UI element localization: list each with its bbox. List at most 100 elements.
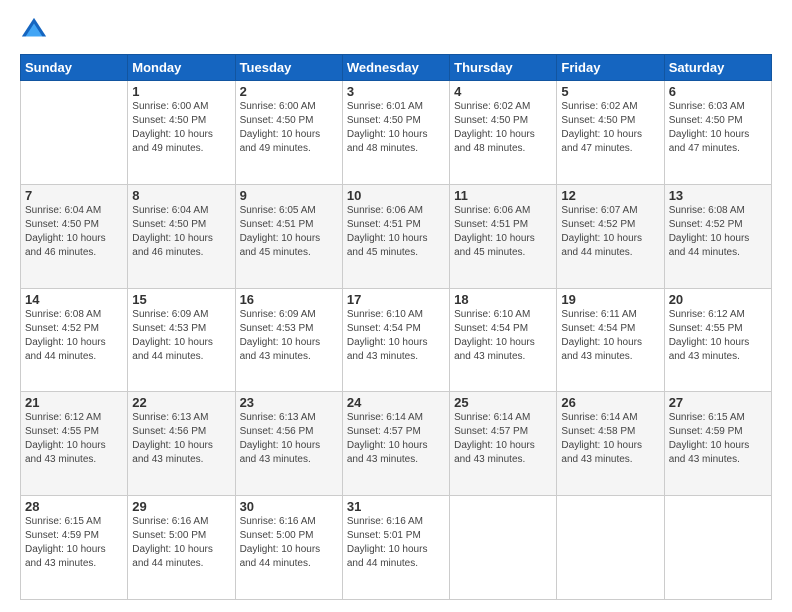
day-info: Sunrise: 6:04 AM Sunset: 4:50 PM Dayligh… bbox=[25, 204, 123, 260]
calendar-cell: 9Sunrise: 6:05 AM Sunset: 4:51 PM Daylig… bbox=[235, 184, 342, 288]
calendar-cell: 20Sunrise: 6:12 AM Sunset: 4:55 PM Dayli… bbox=[664, 288, 771, 392]
day-number: 10 bbox=[347, 188, 445, 203]
day-number: 12 bbox=[561, 188, 659, 203]
day-info: Sunrise: 6:08 AM Sunset: 4:52 PM Dayligh… bbox=[669, 204, 767, 260]
calendar-cell: 29Sunrise: 6:16 AM Sunset: 5:00 PM Dayli… bbox=[128, 496, 235, 600]
calendar-cell: 26Sunrise: 6:14 AM Sunset: 4:58 PM Dayli… bbox=[557, 392, 664, 496]
day-info: Sunrise: 6:08 AM Sunset: 4:52 PM Dayligh… bbox=[25, 308, 123, 364]
weekday-header-friday: Friday bbox=[557, 55, 664, 81]
calendar-cell: 2Sunrise: 6:00 AM Sunset: 4:50 PM Daylig… bbox=[235, 81, 342, 185]
day-number: 20 bbox=[669, 292, 767, 307]
calendar-cell: 12Sunrise: 6:07 AM Sunset: 4:52 PM Dayli… bbox=[557, 184, 664, 288]
day-number: 16 bbox=[240, 292, 338, 307]
day-number: 13 bbox=[669, 188, 767, 203]
day-info: Sunrise: 6:16 AM Sunset: 5:01 PM Dayligh… bbox=[347, 515, 445, 571]
day-number: 8 bbox=[132, 188, 230, 203]
day-number: 27 bbox=[669, 395, 767, 410]
day-info: Sunrise: 6:00 AM Sunset: 4:50 PM Dayligh… bbox=[240, 100, 338, 156]
day-info: Sunrise: 6:12 AM Sunset: 4:55 PM Dayligh… bbox=[669, 308, 767, 364]
day-info: Sunrise: 6:12 AM Sunset: 4:55 PM Dayligh… bbox=[25, 411, 123, 467]
day-number: 3 bbox=[347, 84, 445, 99]
calendar-cell: 25Sunrise: 6:14 AM Sunset: 4:57 PM Dayli… bbox=[450, 392, 557, 496]
day-number: 14 bbox=[25, 292, 123, 307]
day-info: Sunrise: 6:15 AM Sunset: 4:59 PM Dayligh… bbox=[669, 411, 767, 467]
day-info: Sunrise: 6:16 AM Sunset: 5:00 PM Dayligh… bbox=[240, 515, 338, 571]
day-info: Sunrise: 6:03 AM Sunset: 4:50 PM Dayligh… bbox=[669, 100, 767, 156]
week-row-1: 1 Sunrise: 6:00 AM Sunset: 4:50 PM Daylig… bbox=[21, 81, 772, 185]
day-number: 6 bbox=[669, 84, 767, 99]
weekday-header-tuesday: Tuesday bbox=[235, 55, 342, 81]
day-info: Sunrise: 6:01 AM Sunset: 4:50 PM Dayligh… bbox=[347, 100, 445, 156]
day-number: 29 bbox=[132, 499, 230, 514]
day-number: 1 bbox=[132, 84, 230, 99]
day-number: 19 bbox=[561, 292, 659, 307]
week-row-2: 7Sunrise: 6:04 AM Sunset: 4:50 PM Daylig… bbox=[21, 184, 772, 288]
day-info: Sunrise: 6:16 AM Sunset: 5:00 PM Dayligh… bbox=[132, 515, 230, 571]
day-number: 31 bbox=[347, 499, 445, 514]
calendar-cell: 23Sunrise: 6:13 AM Sunset: 4:56 PM Dayli… bbox=[235, 392, 342, 496]
page: SundayMondayTuesdayWednesdayThursdayFrid… bbox=[0, 0, 792, 612]
week-row-3: 14Sunrise: 6:08 AM Sunset: 4:52 PM Dayli… bbox=[21, 288, 772, 392]
calendar-cell bbox=[21, 81, 128, 185]
day-number: 18 bbox=[454, 292, 552, 307]
weekday-header-wednesday: Wednesday bbox=[342, 55, 449, 81]
day-info: Sunrise: 6:07 AM Sunset: 4:52 PM Dayligh… bbox=[561, 204, 659, 260]
day-info: Sunrise: 6:05 AM Sunset: 4:51 PM Dayligh… bbox=[240, 204, 338, 260]
calendar-cell: 18Sunrise: 6:10 AM Sunset: 4:54 PM Dayli… bbox=[450, 288, 557, 392]
weekday-header-monday: Monday bbox=[128, 55, 235, 81]
calendar-cell: 19Sunrise: 6:11 AM Sunset: 4:54 PM Dayli… bbox=[557, 288, 664, 392]
day-number: 22 bbox=[132, 395, 230, 410]
calendar-cell: 27Sunrise: 6:15 AM Sunset: 4:59 PM Dayli… bbox=[664, 392, 771, 496]
day-info: Sunrise: 6:14 AM Sunset: 4:58 PM Dayligh… bbox=[561, 411, 659, 467]
calendar-cell: 11Sunrise: 6:06 AM Sunset: 4:51 PM Dayli… bbox=[450, 184, 557, 288]
calendar-cell: 13Sunrise: 6:08 AM Sunset: 4:52 PM Dayli… bbox=[664, 184, 771, 288]
day-number: 11 bbox=[454, 188, 552, 203]
day-info: Sunrise: 6:14 AM Sunset: 4:57 PM Dayligh… bbox=[347, 411, 445, 467]
calendar-cell: 31Sunrise: 6:16 AM Sunset: 5:01 PM Dayli… bbox=[342, 496, 449, 600]
calendar-cell: 8Sunrise: 6:04 AM Sunset: 4:50 PM Daylig… bbox=[128, 184, 235, 288]
calendar-cell: 30Sunrise: 6:16 AM Sunset: 5:00 PM Dayli… bbox=[235, 496, 342, 600]
day-info: Sunrise: 6:13 AM Sunset: 4:56 PM Dayligh… bbox=[132, 411, 230, 467]
calendar-cell: 5Sunrise: 6:02 AM Sunset: 4:50 PM Daylig… bbox=[557, 81, 664, 185]
day-info: Sunrise: 6:06 AM Sunset: 4:51 PM Dayligh… bbox=[347, 204, 445, 260]
calendar-cell: 1Sunrise: 6:00 AM Sunset: 4:50 PM Daylig… bbox=[128, 81, 235, 185]
calendar-cell: 4Sunrise: 6:02 AM Sunset: 4:50 PM Daylig… bbox=[450, 81, 557, 185]
logo bbox=[20, 16, 52, 44]
calendar-cell: 10Sunrise: 6:06 AM Sunset: 4:51 PM Dayli… bbox=[342, 184, 449, 288]
day-number: 4 bbox=[454, 84, 552, 99]
day-info: Sunrise: 6:02 AM Sunset: 4:50 PM Dayligh… bbox=[561, 100, 659, 156]
day-info: Sunrise: 6:09 AM Sunset: 4:53 PM Dayligh… bbox=[240, 308, 338, 364]
calendar-cell: 6Sunrise: 6:03 AM Sunset: 4:50 PM Daylig… bbox=[664, 81, 771, 185]
weekday-header-thursday: Thursday bbox=[450, 55, 557, 81]
day-number: 17 bbox=[347, 292, 445, 307]
calendar-cell: 21Sunrise: 6:12 AM Sunset: 4:55 PM Dayli… bbox=[21, 392, 128, 496]
day-info: Sunrise: 6:02 AM Sunset: 4:50 PM Dayligh… bbox=[454, 100, 552, 156]
calendar-cell: 7Sunrise: 6:04 AM Sunset: 4:50 PM Daylig… bbox=[21, 184, 128, 288]
calendar-cell bbox=[664, 496, 771, 600]
day-number: 28 bbox=[25, 499, 123, 514]
day-number: 15 bbox=[132, 292, 230, 307]
calendar-cell: 22Sunrise: 6:13 AM Sunset: 4:56 PM Dayli… bbox=[128, 392, 235, 496]
day-number: 25 bbox=[454, 395, 552, 410]
header bbox=[20, 16, 772, 44]
calendar-cell: 3Sunrise: 6:01 AM Sunset: 4:50 PM Daylig… bbox=[342, 81, 449, 185]
day-info: Sunrise: 6:04 AM Sunset: 4:50 PM Dayligh… bbox=[132, 204, 230, 260]
week-row-5: 28Sunrise: 6:15 AM Sunset: 4:59 PM Dayli… bbox=[21, 496, 772, 600]
day-number: 26 bbox=[561, 395, 659, 410]
weekday-header-saturday: Saturday bbox=[664, 55, 771, 81]
calendar-cell bbox=[557, 496, 664, 600]
calendar-cell: 16Sunrise: 6:09 AM Sunset: 4:53 PM Dayli… bbox=[235, 288, 342, 392]
day-number: 7 bbox=[25, 188, 123, 203]
day-number: 9 bbox=[240, 188, 338, 203]
day-number: 24 bbox=[347, 395, 445, 410]
weekday-header-row: SundayMondayTuesdayWednesdayThursdayFrid… bbox=[21, 55, 772, 81]
day-number: 5 bbox=[561, 84, 659, 99]
weekday-header-sunday: Sunday bbox=[21, 55, 128, 81]
calendar-cell: 17Sunrise: 6:10 AM Sunset: 4:54 PM Dayli… bbox=[342, 288, 449, 392]
calendar-cell bbox=[450, 496, 557, 600]
logo-icon bbox=[20, 16, 48, 44]
calendar-cell: 28Sunrise: 6:15 AM Sunset: 4:59 PM Dayli… bbox=[21, 496, 128, 600]
calendar-cell: 14Sunrise: 6:08 AM Sunset: 4:52 PM Dayli… bbox=[21, 288, 128, 392]
day-number: 2 bbox=[240, 84, 338, 99]
day-info: Sunrise: 6:15 AM Sunset: 4:59 PM Dayligh… bbox=[25, 515, 123, 571]
